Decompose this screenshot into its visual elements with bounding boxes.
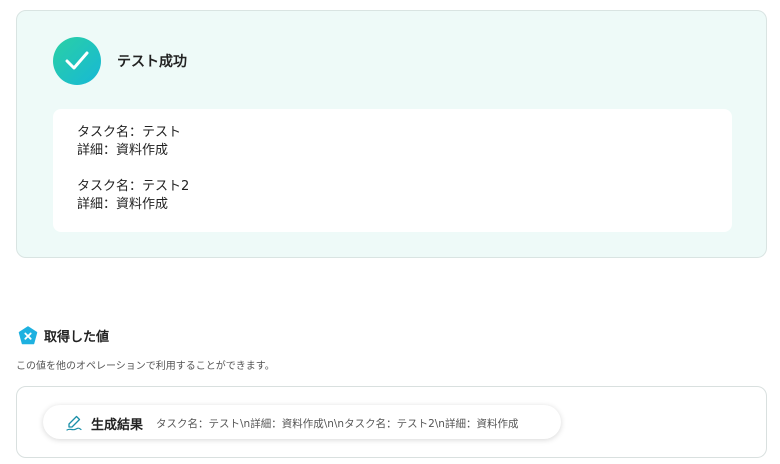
chip-value: タスク名：テスト\n詳細：資料作成\n\nタスク名：テスト2\n詳細：資料作成 [156, 418, 519, 430]
pen-icon [66, 415, 82, 431]
acquired-values-description: この値を他のオペレーションで利用することができます。 [16, 361, 275, 372]
generated-result-chip[interactable]: 生成結果 タスク名：テスト\n詳細：資料作成\n\nタスク名：テスト2\n詳細：… [43, 405, 561, 439]
test-success-card: テスト成功 タスク名：テスト 詳細：資料作成 タスク名：テスト2 詳細：資料作成 [16, 10, 767, 258]
result-output-text: タスク名：テスト 詳細：資料作成 タスク名：テスト2 詳細：資料作成 [77, 125, 190, 212]
check-circle-icon [53, 37, 101, 85]
result-output-box: タスク名：テスト 詳細：資料作成 タスク名：テスト2 詳細：資料作成 [53, 109, 732, 232]
acquired-values-title: 取得した値 [44, 330, 110, 345]
chip-label: 生成結果 [91, 418, 144, 433]
acquired-values-box: 生成結果 タスク名：テスト\n詳細：資料作成\n\nタスク名：テスト2\n詳細：… [16, 386, 767, 458]
success-title: テスト成功 [117, 54, 187, 70]
hexagon-x-icon [18, 326, 38, 345]
